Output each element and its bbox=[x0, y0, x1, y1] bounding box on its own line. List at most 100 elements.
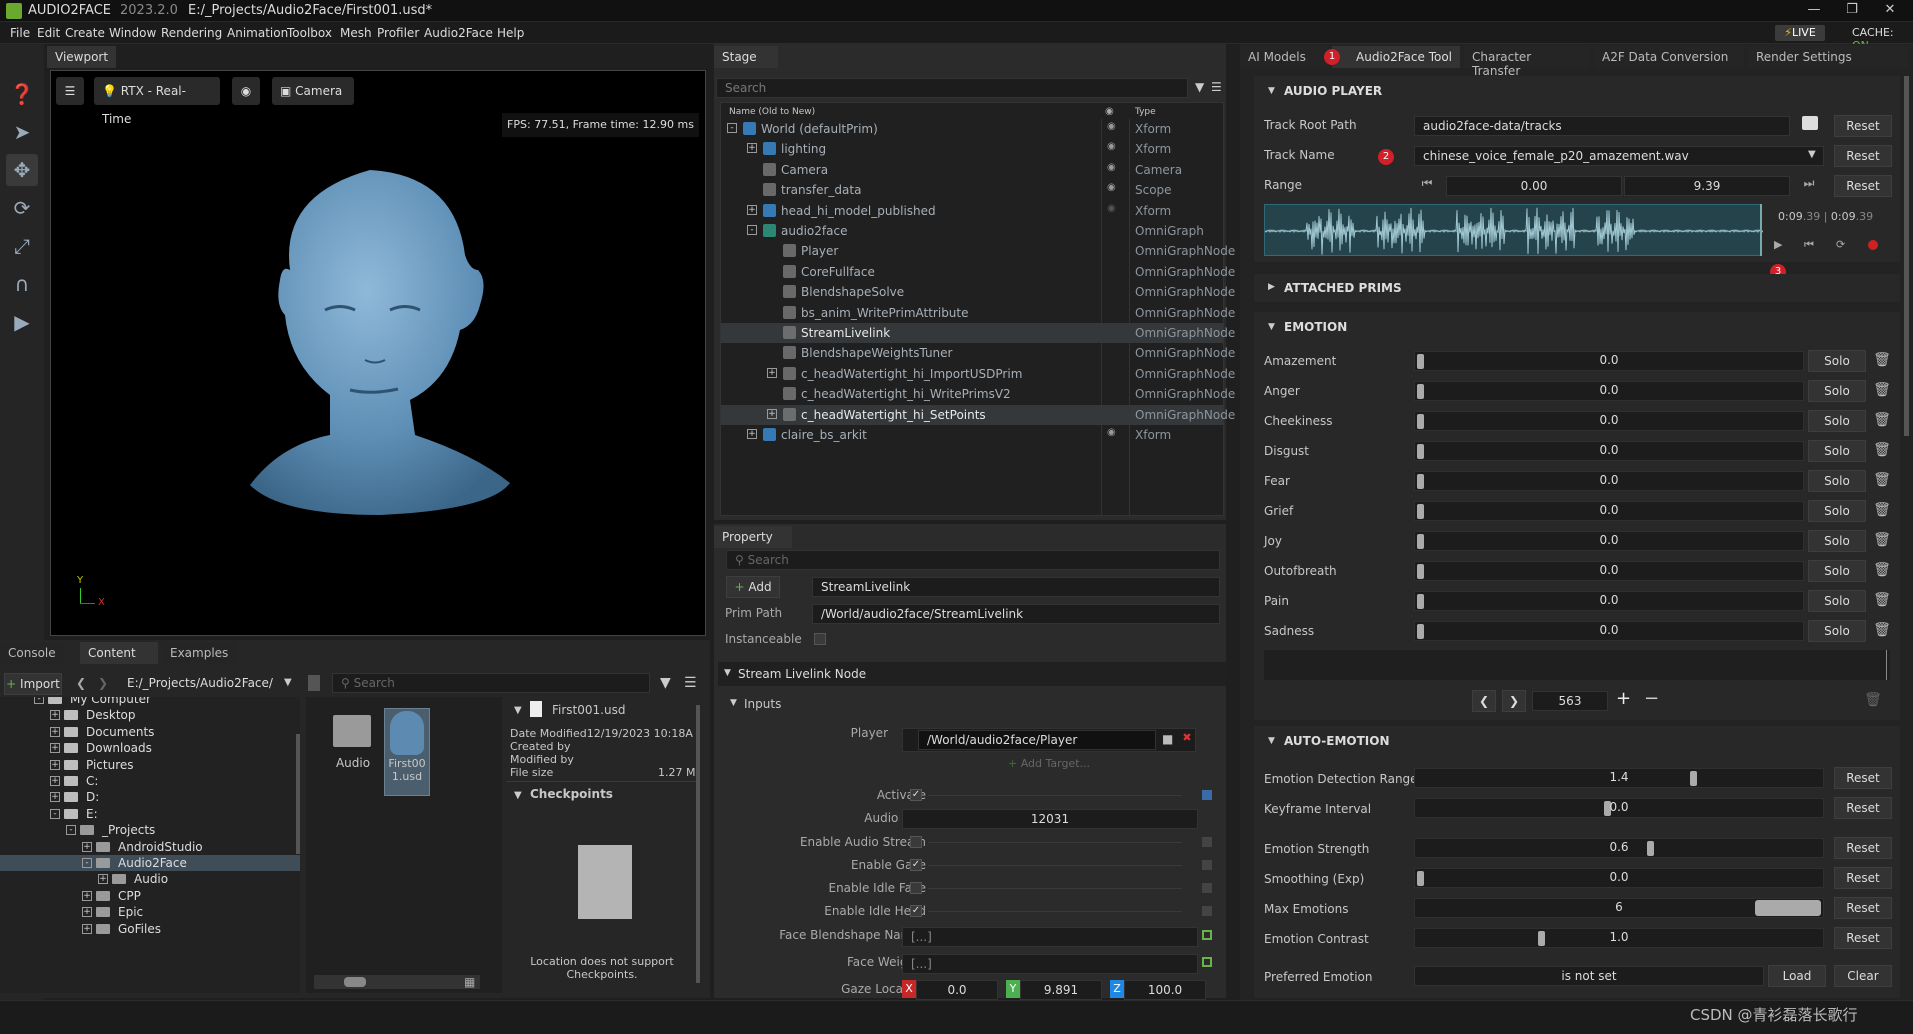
emotion-slider[interactable]: 0.0 bbox=[1414, 351, 1804, 371]
player-target-field[interactable]: /World/audio2face/Player bbox=[918, 730, 1156, 750]
menu-window[interactable]: Window bbox=[109, 26, 156, 40]
range-start-icon[interactable]: ⏮ bbox=[1414, 176, 1440, 196]
scale-icon[interactable]: ⤢ bbox=[6, 230, 38, 262]
tree-item[interactable]: + AndroidStudio bbox=[0, 839, 300, 855]
tree-item[interactable]: + Desktop bbox=[0, 707, 300, 723]
expand-icon[interactable]: - bbox=[34, 697, 44, 704]
auto-emotion-slider[interactable]: 0.0 bbox=[1414, 868, 1824, 888]
property-search-input[interactable]: ⚲ Search bbox=[726, 550, 1220, 570]
expand-icon[interactable]: + bbox=[747, 204, 757, 215]
visibility-eye-icon[interactable]: ◉ bbox=[1107, 141, 1116, 152]
minimize-icon[interactable]: — bbox=[1800, 2, 1828, 20]
tree-item[interactable]: - _Projects bbox=[0, 822, 300, 838]
inputs-collapse-icon[interactable]: ▼ bbox=[730, 698, 737, 708]
folder-icon[interactable]: ■ bbox=[1162, 732, 1173, 746]
add-target-button[interactable]: + Add Target... bbox=[902, 757, 1196, 777]
browse-folder-icon[interactable] bbox=[1802, 116, 1818, 130]
menu-toolbox[interactable]: Toolbox bbox=[287, 26, 332, 40]
property-checkbox[interactable]: ✓ bbox=[910, 789, 922, 801]
close-icon[interactable]: ✕ bbox=[1876, 2, 1904, 20]
stage-row[interactable]: + c_headWatertight_hi_ImportUSDPrim OmniGr… bbox=[721, 364, 1235, 384]
reset-button[interactable]: Reset bbox=[1834, 837, 1892, 859]
tab-examples[interactable]: Examples bbox=[162, 642, 237, 664]
col-type-header[interactable]: Type bbox=[1135, 107, 1156, 117]
grid-scrollbar[interactable] bbox=[314, 975, 480, 989]
delete-all-icon[interactable]: 🗑 bbox=[1864, 692, 1882, 710]
live-button[interactable]: ⚡LIVE bbox=[1775, 25, 1825, 41]
rewind-icon[interactable]: ⏮ bbox=[1804, 238, 1814, 252]
prim-path-field[interactable]: /World/audio2face/StreamLivelink bbox=[812, 604, 1220, 624]
stage-row[interactable]: + lighting ◉ Xform bbox=[721, 139, 1223, 159]
stage-row[interactable]: StreamLivelink OmniGraphNode bbox=[721, 323, 1235, 343]
stage-search-input[interactable]: Search bbox=[716, 78, 1188, 98]
range-reset-button[interactable]: Reset bbox=[1834, 175, 1892, 197]
solo-button[interactable]: Solo bbox=[1808, 350, 1866, 372]
trash-icon[interactable]: 🗑 bbox=[1873, 532, 1891, 550]
expand-icon[interactable]: + bbox=[50, 776, 60, 786]
menu-mesh[interactable]: Mesh bbox=[340, 26, 372, 40]
array-field[interactable]: [...] bbox=[902, 927, 1198, 947]
auto-emotion-slider[interactable]: 0.6 bbox=[1414, 838, 1824, 858]
property-checkbox[interactable] bbox=[910, 836, 922, 848]
reset-button[interactable]: Reset bbox=[1834, 767, 1892, 789]
record-icon[interactable] bbox=[1868, 240, 1878, 250]
rotate-icon[interactable]: ⟳ bbox=[6, 192, 38, 224]
back-icon[interactable]: ❮ bbox=[76, 676, 86, 690]
default-indicator[interactable] bbox=[1202, 837, 1212, 847]
visibility-eye-icon[interactable]: ◉ bbox=[1107, 203, 1116, 214]
solo-button[interactable]: Solo bbox=[1808, 530, 1866, 552]
stage-row[interactable]: Player OmniGraphNode bbox=[721, 241, 1235, 261]
remove-keyframe-icon[interactable]: − bbox=[1644, 688, 1659, 709]
range-end-field[interactable]: 9.39 bbox=[1624, 176, 1790, 196]
emotion-slider[interactable]: 0.0 bbox=[1414, 531, 1804, 551]
add-button[interactable]: + Add bbox=[726, 576, 780, 598]
tree-scrollbar[interactable] bbox=[296, 734, 300, 854]
visibility-eye-icon[interactable]: ◉ bbox=[1107, 427, 1116, 438]
solo-button[interactable]: Solo bbox=[1808, 560, 1866, 582]
expand-icon[interactable]: + bbox=[50, 759, 60, 770]
content-search-input[interactable]: ⚲ Search bbox=[332, 673, 650, 693]
tab-character-transfer[interactable]: Character Transfer bbox=[1464, 46, 1590, 78]
default-indicator[interactable] bbox=[1202, 883, 1212, 893]
tab-render-settings[interactable]: Render Settings bbox=[1748, 46, 1908, 68]
next-frame-icon[interactable]: ❯ bbox=[1502, 690, 1526, 712]
default-indicator[interactable] bbox=[1202, 906, 1212, 916]
expand-icon[interactable]: + bbox=[50, 743, 60, 754]
tree-item[interactable]: + CPP bbox=[0, 888, 300, 904]
auto-emotion-slider[interactable]: 1.0 bbox=[1414, 928, 1824, 948]
gaze-value-field[interactable]: 0.0 bbox=[916, 980, 998, 1000]
tree-item[interactable]: - Audio2Face bbox=[0, 855, 300, 871]
emotion-slider[interactable]: 0.0 bbox=[1414, 441, 1804, 461]
property-checkbox[interactable]: ✓ bbox=[910, 859, 922, 871]
range-end-icon[interactable]: ⏭ bbox=[1796, 176, 1822, 196]
stage-row[interactable]: BlendshapeWeightsTuner OmniGraphNode bbox=[721, 343, 1235, 363]
default-indicator[interactable] bbox=[1202, 790, 1212, 800]
emotion-collapse-icon[interactable]: ▼ bbox=[1268, 322, 1275, 332]
stage-row[interactable]: transfer_data ◉ Scope bbox=[721, 180, 1223, 200]
stage-options-icon[interactable]: ☰ bbox=[1211, 80, 1222, 94]
expand-icon[interactable]: - bbox=[727, 123, 737, 133]
tree-item[interactable]: - My Computer bbox=[0, 697, 300, 707]
expand-icon[interactable]: - bbox=[66, 825, 76, 836]
emotion-slider[interactable]: 0.0 bbox=[1414, 621, 1804, 641]
forward-icon[interactable]: ❯ bbox=[98, 676, 108, 690]
menu-rendering[interactable]: Rendering bbox=[161, 26, 222, 40]
expand-icon[interactable]: + bbox=[98, 874, 108, 885]
expand-icon[interactable]: + bbox=[767, 408, 777, 419]
property-checkbox[interactable]: ✓ bbox=[910, 905, 922, 917]
loop-icon[interactable]: ⟳ bbox=[1836, 238, 1845, 251]
track-dropdown-icon[interactable]: ▼ bbox=[1808, 149, 1816, 160]
emotion-keyframe-strip[interactable] bbox=[1264, 650, 1890, 680]
right-scrollbar[interactable] bbox=[1904, 76, 1909, 436]
reset-button[interactable]: Reset bbox=[1834, 867, 1892, 889]
checkpoints-collapse-icon[interactable]: ▼ bbox=[514, 790, 522, 801]
visibility-eye-icon[interactable]: ◉ bbox=[1107, 182, 1116, 193]
track-name-select[interactable]: chinese_voice_female_p20_amazement.wav bbox=[1414, 146, 1824, 166]
expand-icon[interactable]: - bbox=[50, 808, 60, 819]
array-edit-icon[interactable] bbox=[1202, 957, 1212, 967]
menu-profiler[interactable]: Profiler bbox=[377, 26, 419, 40]
detail-scrollbar[interactable] bbox=[696, 705, 700, 983]
tree-item[interactable]: + Epic bbox=[0, 904, 300, 920]
emotion-slider[interactable]: 0.0 bbox=[1414, 411, 1804, 431]
tab-viewport[interactable]: Viewport bbox=[47, 46, 117, 68]
